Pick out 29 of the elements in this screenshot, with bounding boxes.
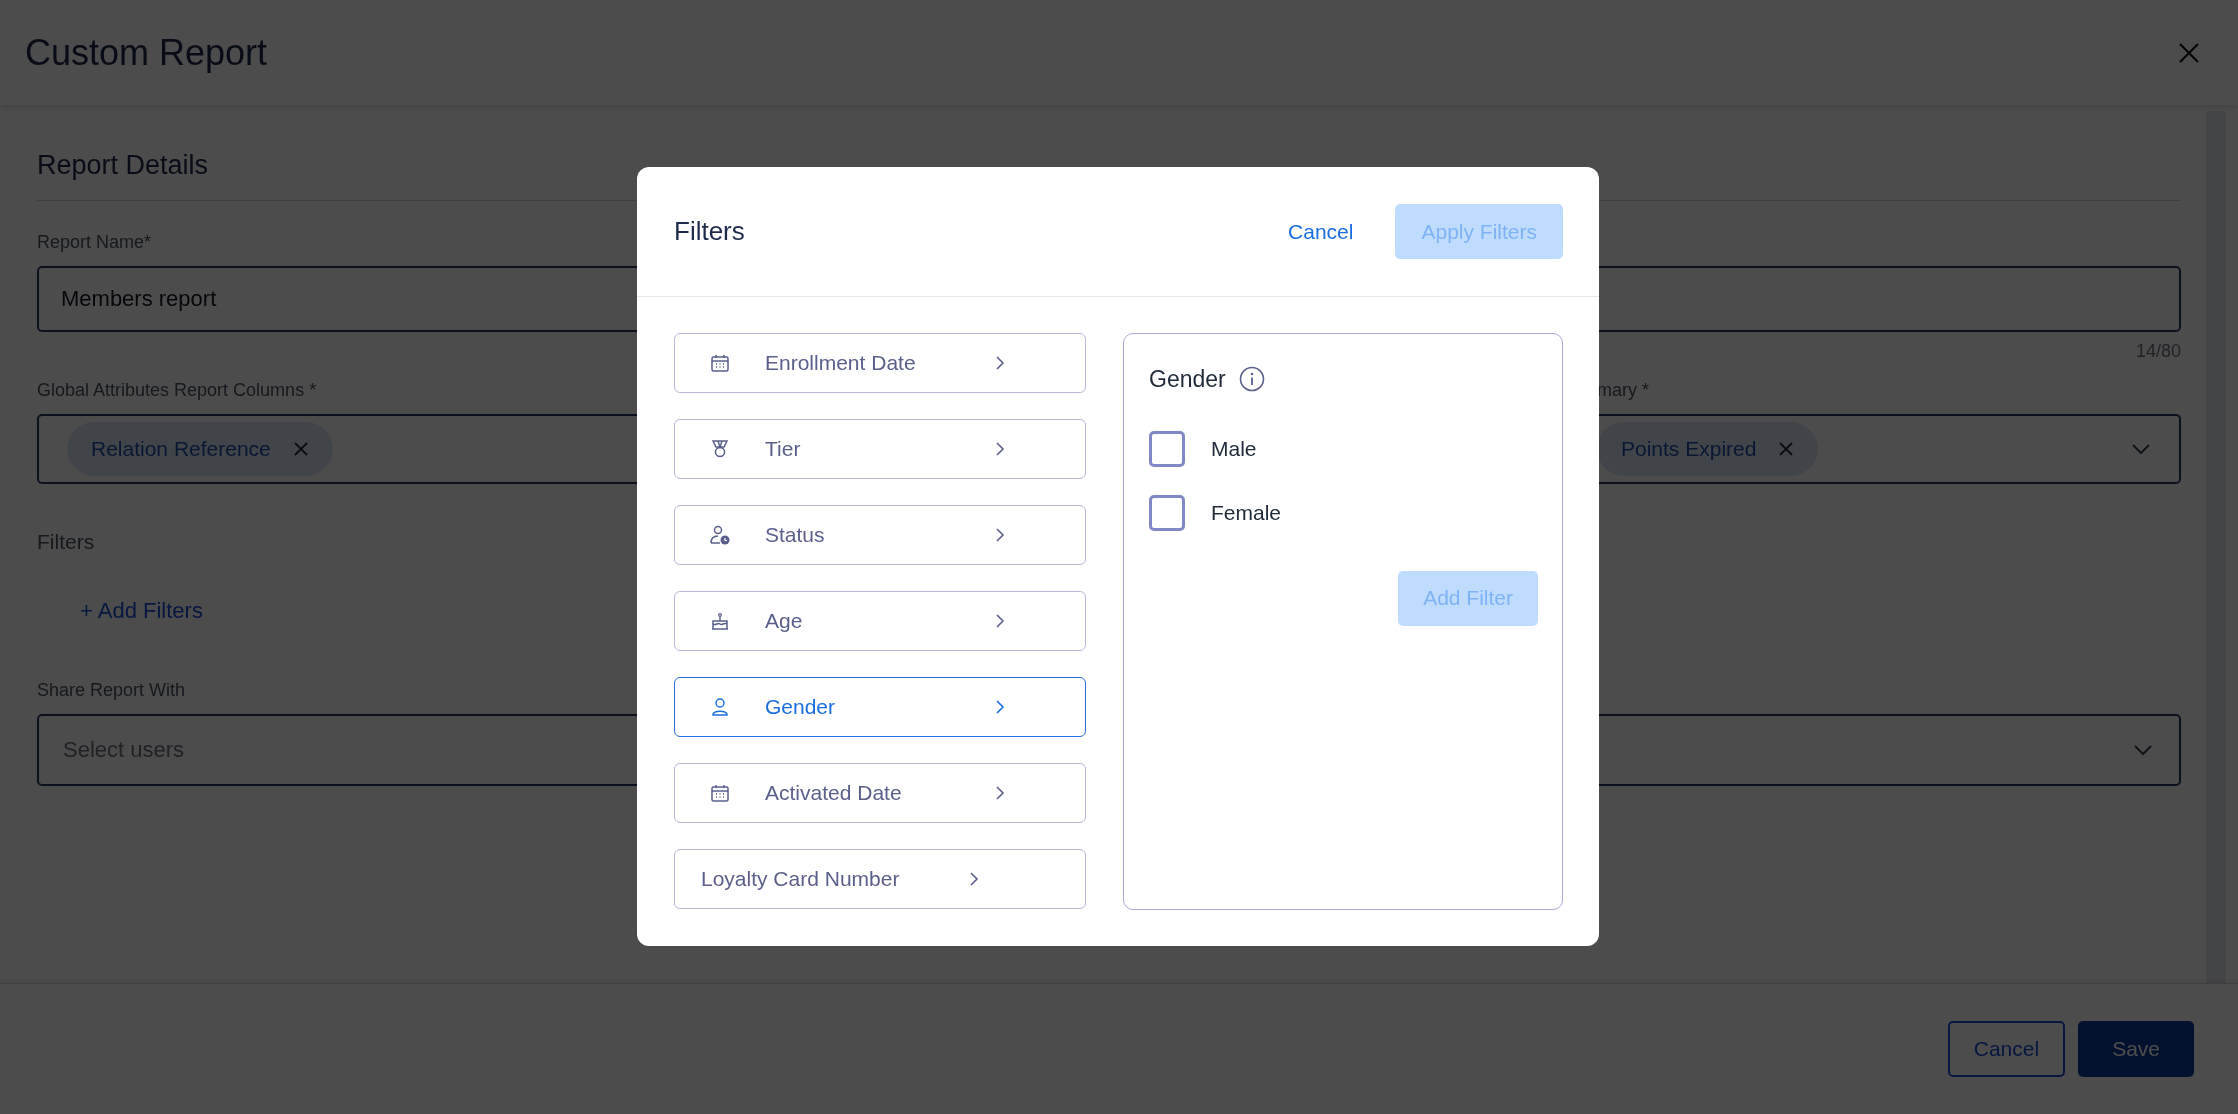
calendar-icon <box>709 782 731 804</box>
chevron-right-icon <box>995 441 1005 457</box>
filter-option[interactable]: Gender <box>674 677 1086 737</box>
filter-option[interactable]: Loyalty Card Number <box>674 849 1086 909</box>
checkbox[interactable] <box>1149 430 1185 467</box>
info-icon[interactable] <box>1238 366 1265 393</box>
dialog-title: Filters <box>674 215 745 248</box>
cake-icon <box>709 610 731 632</box>
checkbox[interactable] <box>1149 494 1185 531</box>
chevron-right-icon <box>969 871 979 887</box>
window-title: Custom Report <box>25 30 268 75</box>
cancel-button[interactable]: Cancel <box>1288 215 1354 248</box>
chevron-right-icon <box>995 527 1005 543</box>
chevron-right-icon <box>995 355 1005 371</box>
chevron-right-icon <box>995 699 1005 715</box>
filter-option[interactable]: Enrollment Date <box>674 333 1086 393</box>
medal-icon <box>709 438 731 460</box>
filter-option[interactable]: Tier <box>674 419 1086 479</box>
chevron-right-icon <box>995 785 1005 801</box>
option-label: Female <box>1211 499 1282 526</box>
chevron-right-icon <box>995 613 1005 629</box>
filter-option[interactable]: Age <box>674 591 1086 651</box>
panel-title: Gender <box>1149 365 1226 394</box>
filter-option[interactable]: Activated Date <box>674 763 1086 823</box>
calendar-icon <box>709 352 731 374</box>
user-clock-icon <box>709 524 731 546</box>
filter-option[interactable]: Status <box>674 505 1086 565</box>
user-icon <box>709 696 731 718</box>
option-label: Male <box>1211 435 1257 462</box>
